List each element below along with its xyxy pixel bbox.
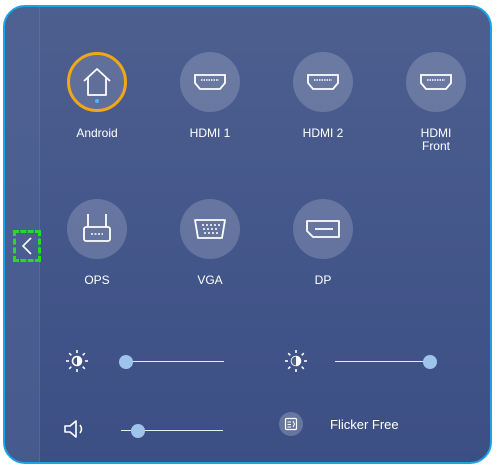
source-tile-vga[interactable]: VGA [160,199,260,287]
source-tile-hdmi-front[interactable]: HDMI Front [386,52,486,153]
source-circle[interactable] [180,52,240,112]
slider-knob[interactable] [119,355,133,369]
source-circle[interactable] [293,52,353,112]
source-label: VGA [197,273,223,287]
source-circle[interactable] [67,52,127,112]
hdmi-icon [194,74,226,90]
source-circle[interactable] [67,199,127,259]
flicker-free-button[interactable] [279,412,303,436]
brightness-low-icon [65,349,89,373]
chevron-left-icon [21,237,32,255]
source-label: DP [314,273,332,287]
brightness-slider[interactable] [119,355,224,369]
speaker-icon [63,419,91,439]
source-label: HDMI 2 [302,126,344,140]
brightness-high-icon [284,349,308,373]
hdmi-icon [420,74,452,90]
displayport-icon [306,220,340,238]
source-tile-hdmi1[interactable]: HDMI 1 [160,52,260,140]
source-label: HDMI 1 [189,126,231,140]
contrast-slider[interactable] [335,355,437,369]
slider-knob[interactable] [131,424,146,438]
input-source-panel: Android HDMI 1 HDMI 2 HDMI Front OPS VGA… [3,5,492,464]
volume-slider[interactable] [121,424,223,438]
hdmi-icon [307,74,339,90]
flicker-free-label: Flicker Free [330,417,399,432]
source-tile-android[interactable]: Android [47,52,147,140]
source-label: Android [76,126,118,140]
collapse-panel-button[interactable] [13,230,41,262]
slider-knob[interactable] [423,355,437,369]
source-tile-ops[interactable]: OPS [47,199,147,287]
ops-icon [83,214,111,242]
source-tile-dp[interactable]: DP [273,199,373,287]
active-indicator-dot [95,99,99,103]
source-circle[interactable] [406,52,466,112]
source-circle[interactable] [293,199,353,259]
source-label: OPS [84,273,110,287]
source-tile-hdmi2[interactable]: HDMI 2 [273,52,373,140]
slider-track [335,361,430,362]
vga-icon [194,219,226,239]
source-label: HDMI Front [420,126,452,153]
source-circle[interactable] [180,199,240,259]
home-icon [83,68,111,96]
slider-track [126,361,224,362]
flicker-free-icon [284,417,298,431]
